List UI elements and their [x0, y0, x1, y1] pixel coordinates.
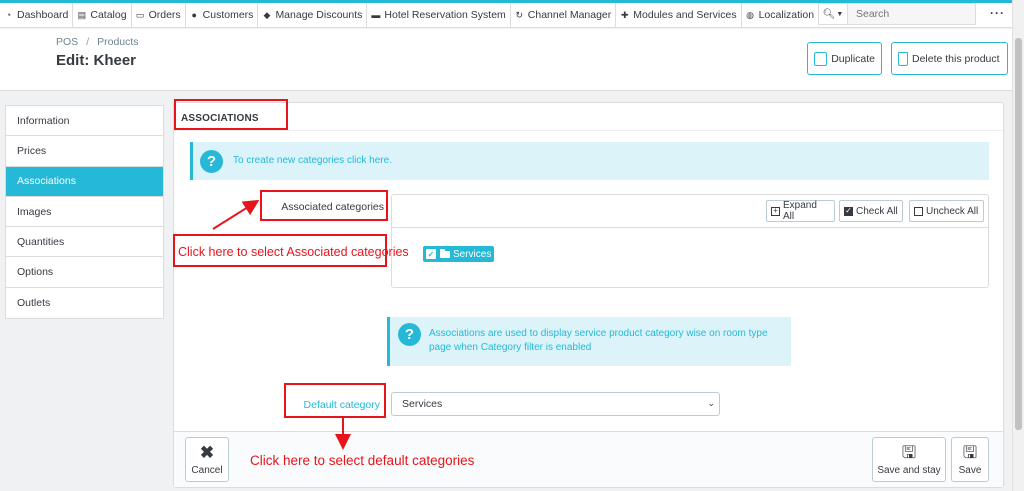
breadcrumb: POS / Products [56, 36, 139, 48]
globe-icon: ◍ [746, 9, 755, 20]
nav-item-dashboard[interactable]: ◔ Dashboard [0, 2, 74, 28]
annotation-box-associated-categories [260, 190, 388, 221]
nav-item-label: Modules and Services [633, 9, 737, 21]
duplicate-button[interactable]: Duplicate [807, 42, 882, 75]
question-icon: ? [398, 323, 421, 346]
associations-info-alert: ? Associations are used to display servi… [387, 317, 791, 366]
save-label: Save [958, 464, 982, 476]
tab-information[interactable]: Information [6, 106, 163, 137]
dashboard-icon: ◔ [5, 10, 12, 20]
expand-all-button[interactable]: + Expand All [766, 200, 835, 222]
nav-item-orders[interactable]: ▭ Orders [132, 2, 186, 28]
orders-icon: ▭ [135, 9, 145, 20]
refresh-icon: ↻ [515, 9, 524, 20]
nav-item-modules[interactable]: ✚ Modules and Services [616, 2, 742, 28]
nav-item-hotel-reservation[interactable]: ▬ Hotel Reservation System [367, 2, 511, 28]
floppy-disk-icon: 🖫 [962, 442, 978, 462]
close-icon: ✖ [199, 442, 215, 462]
search-input[interactable] [848, 3, 976, 25]
product-tabs-menu: Information Prices Associations Images Q… [5, 105, 164, 320]
folder-icon [440, 248, 450, 258]
search-type-button[interactable]: 🔍︎ ▼ [818, 3, 848, 25]
annotation-default-hint: Click here to select default categories [250, 453, 475, 468]
nav-item-localization[interactable]: ◍ Localization [742, 3, 818, 28]
tree-node-label: Services [453, 248, 492, 260]
more-menu-icon[interactable]: ··· [990, 6, 1005, 20]
trash-icon [898, 51, 908, 66]
associations-alert-text-end: is enabled [542, 342, 592, 353]
scrollbar-thumb[interactable] [1015, 38, 1022, 430]
check-all-button[interactable]: ✓ Check All [839, 200, 903, 222]
puzzle-icon: ✚ [621, 9, 629, 20]
uncheck-all-button[interactable]: Uncheck All [909, 200, 984, 222]
cancel-label: Cancel [191, 464, 223, 476]
delete-label: Delete this product [912, 52, 1000, 65]
default-category-value: Services [402, 398, 443, 410]
info-alert-text: To create new categories [233, 155, 347, 166]
nav-item-label: Customers [202, 9, 254, 21]
nav-item-manage-discounts[interactable]: ◆ Manage Discounts [258, 2, 368, 28]
search-icon: 🔍︎ [822, 8, 836, 20]
check-all-label: Check All [856, 205, 898, 217]
save-and-stay-label: Save and stay [877, 464, 941, 476]
nav-item-label: Channel Manager [527, 9, 612, 21]
category-filter-link[interactable]: Category filter [481, 342, 543, 353]
tree-node-services[interactable]: ✓ Services [423, 246, 495, 262]
bed-icon: ▬ [371, 10, 381, 20]
save-and-stay-button[interactable]: 🖫 Save and stay [872, 437, 946, 482]
duplicate-label: Duplicate [831, 52, 875, 65]
checkbox-icon[interactable]: ✓ [426, 249, 436, 259]
annotation-box-associations-heading [174, 99, 288, 130]
question-icon: ? [200, 150, 223, 173]
chevron-down-icon: ▼ [836, 10, 844, 18]
empty-square-icon [914, 206, 923, 216]
tab-images[interactable]: Images [6, 197, 163, 228]
nav-item-customers[interactable]: ● Customers [186, 2, 259, 28]
panel-heading: ASSOCIATIONS [174, 103, 1003, 131]
copy-icon [814, 51, 828, 66]
nav-item-label: Dashboard [17, 9, 69, 21]
breadcrumb-item[interactable]: Products [97, 36, 138, 48]
cancel-button[interactable]: ✖ Cancel [185, 437, 229, 482]
nav-item-label: Hotel Reservation System [384, 9, 506, 21]
annotation-box-default-category [284, 383, 386, 418]
plus-square-icon: + [771, 206, 780, 216]
checked-square-icon: ✓ [844, 206, 853, 216]
book-icon: ▤ [77, 9, 87, 20]
tree-toolbar: + Expand All ✓ Check All Uncheck All [392, 195, 988, 228]
tab-associations[interactable]: Associations [6, 166, 163, 197]
tab-prices[interactable]: Prices [6, 136, 163, 167]
info-alert: ? To create new categories click here. [190, 142, 989, 180]
scrollbar[interactable] [1012, 0, 1024, 491]
annotation-associated-hint: Click here to select Associated categori… [178, 245, 409, 259]
create-category-link[interactable]: click here. [347, 155, 392, 166]
page-header: POS / Products Edit: Kheer Duplicate Delet… [0, 29, 1012, 91]
tag-icon: ◆ [263, 9, 271, 20]
page-title: Edit: Kheer [56, 52, 137, 69]
chevron-down-icon: ⌄ [707, 398, 715, 408]
save-button[interactable]: 🖫 Save [951, 437, 989, 482]
nav-item-label: Catalog [90, 9, 127, 21]
search-bar: 🔍︎ ▼ [818, 3, 976, 25]
floppy-disk-icon: 🖫 [901, 442, 917, 462]
customers-icon: ● [191, 10, 197, 20]
delete-product-button[interactable]: Delete this product [891, 42, 1008, 75]
nav-item-catalog[interactable]: ▤ Catalog [73, 2, 132, 28]
tab-options[interactable]: Options [6, 257, 163, 288]
nav-item-label: Manage Discounts [275, 9, 363, 21]
tab-outlets[interactable]: Outlets [6, 288, 163, 318]
nav-item-label: Orders [148, 9, 181, 21]
nav-item-channel-manager[interactable]: ↻ Channel Manager [511, 2, 617, 28]
associations-panel: ASSOCIATIONS ? To create new categories … [173, 102, 1004, 488]
tab-quantities[interactable]: Quantities [6, 227, 163, 258]
category-tree: + Expand All ✓ Check All Uncheck All ✓ S… [391, 194, 989, 288]
default-category-select[interactable]: Services ⌄ [391, 392, 720, 416]
uncheck-all-label: Uncheck All [926, 205, 979, 217]
expand-all-label: Expand All [782, 200, 817, 222]
breadcrumb-item[interactable]: POS [56, 36, 78, 48]
nav-item-label: Localization [758, 9, 815, 21]
